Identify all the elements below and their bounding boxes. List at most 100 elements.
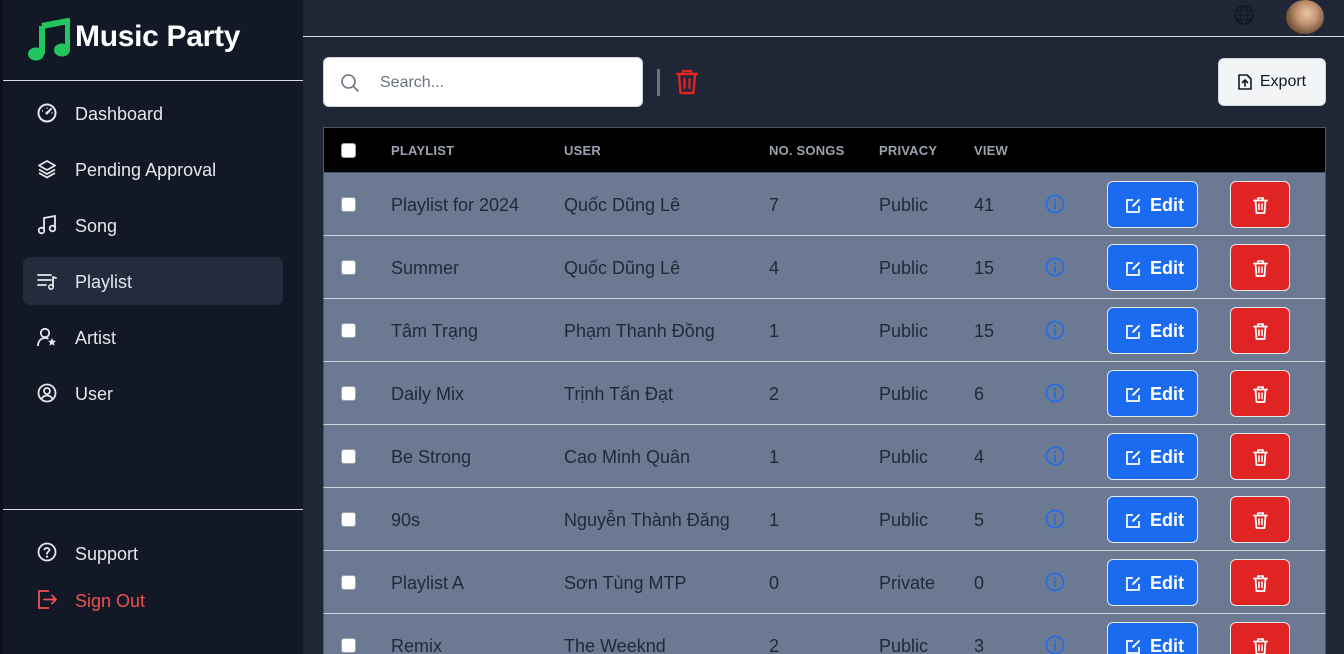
topbar (303, 0, 1344, 37)
edit-icon (1126, 387, 1141, 402)
trash-icon (1253, 449, 1268, 466)
delete-button[interactable] (1230, 370, 1290, 417)
cell-privacy: Public (879, 321, 929, 341)
globe-icon[interactable] (1233, 4, 1255, 26)
cell-songs: 1 (769, 447, 780, 467)
sidebar-item-label: Pending Approval (75, 160, 217, 180)
table-row: Playlist for 2024 Quốc Dũng Lê 7 Public … (323, 173, 1326, 236)
cell-playlist: 90s (391, 510, 421, 530)
info-icon[interactable] (1045, 509, 1065, 529)
column-header-privacy[interactable]: Privacy (879, 143, 937, 158)
edit-button[interactable]: Edit (1107, 559, 1198, 606)
cell-songs: 1 (769, 510, 780, 530)
info-icon[interactable] (1045, 257, 1065, 277)
cell-playlist: Playlist for 2024 (391, 195, 520, 215)
sidebar-item-song[interactable]: Song (23, 201, 283, 249)
edit-icon (1126, 261, 1141, 276)
column-header-songs[interactable]: No. Songs (769, 143, 844, 158)
info-icon[interactable] (1045, 446, 1065, 466)
table-row: Summer Quốc Dũng Lê 4 Public 15 Edit (323, 236, 1326, 299)
edit-button[interactable]: Edit (1107, 496, 1198, 543)
table-row: 90s Nguyễn Thành Đăng 1 Public 5 Edit (323, 488, 1326, 551)
cell-privacy: Public (879, 195, 929, 215)
playlist-icon (37, 274, 57, 291)
sidebar-item-label: Song (75, 216, 118, 236)
cell-playlist: Be Strong (391, 447, 472, 467)
music-note-logo-icon (28, 18, 70, 61)
cell-view: 41 (974, 195, 995, 215)
trash-icon (1253, 386, 1268, 403)
row-checkbox[interactable] (341, 323, 356, 338)
edit-icon (1126, 324, 1141, 339)
row-checkbox[interactable] (341, 386, 356, 401)
sidebar-item-dashboard[interactable]: Dashboard (23, 89, 283, 137)
sidebar-item-playlist[interactable]: Playlist (23, 257, 283, 305)
row-checkbox[interactable] (341, 575, 356, 590)
sidebar-item-label: Support (75, 544, 139, 564)
sidebar-item-support[interactable]: Support (23, 530, 283, 580)
sidebar: Music Party Dashboard Pending Approval S… (0, 0, 303, 654)
edit-button[interactable]: Edit (1107, 622, 1198, 654)
delete-button[interactable] (1230, 496, 1290, 543)
row-checkbox[interactable] (341, 512, 356, 527)
cell-privacy: Private (879, 573, 936, 593)
cell-view: 4 (974, 447, 985, 467)
brand[interactable]: Music Party (3, 0, 303, 81)
sidebar-item-sign-out[interactable]: Sign Out (23, 580, 283, 630)
edit-button[interactable]: Edit (1107, 433, 1198, 480)
column-header-view[interactable]: View (974, 143, 1008, 158)
delete-button[interactable] (1230, 622, 1290, 654)
cell-view: 0 (974, 573, 985, 593)
row-checkbox[interactable] (341, 260, 356, 275)
delete-button[interactable] (1230, 181, 1290, 228)
cell-playlist: Remix (391, 636, 443, 654)
bulk-delete-trash-icon[interactable] (675, 69, 699, 95)
sidebar-item-label: Sign Out (75, 591, 146, 611)
edit-button[interactable]: Edit (1107, 244, 1198, 291)
column-header-playlist[interactable]: Playlist (391, 143, 454, 158)
trash-icon (1253, 575, 1268, 592)
delete-button[interactable] (1230, 433, 1290, 480)
avatar[interactable] (1286, 0, 1324, 34)
cell-user: Quốc Dũng Lê (564, 195, 681, 215)
export-label: Export (1259, 73, 1307, 90)
info-icon[interactable] (1045, 194, 1065, 214)
toolbar-divider (657, 69, 660, 96)
info-icon[interactable] (1045, 383, 1065, 403)
export-button[interactable]: Export (1218, 58, 1326, 106)
table-row: Remix The Weeknd 2 Public 3 Edit (323, 614, 1326, 654)
sidebar-nav: Dashboard Pending Approval Song Playlist… (23, 89, 283, 425)
info-icon[interactable] (1045, 635, 1065, 654)
table-row: Tâm Trạng Phạm Thanh Đồng 1 Public 15 Ed… (323, 299, 1326, 362)
help-icon (37, 542, 57, 562)
delete-button[interactable] (1230, 307, 1290, 354)
sidebar-item-artist[interactable]: Artist (23, 313, 283, 361)
column-header-user[interactable]: User (564, 143, 601, 158)
info-icon[interactable] (1045, 572, 1065, 592)
cell-songs: 7 (769, 195, 780, 215)
edit-button[interactable]: Edit (1107, 370, 1198, 417)
cell-privacy: Public (879, 258, 929, 278)
delete-button[interactable] (1230, 559, 1290, 606)
edit-label: Edit (1150, 258, 1184, 278)
row-checkbox[interactable] (341, 197, 356, 212)
info-icon[interactable] (1045, 320, 1065, 340)
edit-label: Edit (1150, 573, 1184, 593)
cell-view: 6 (974, 384, 985, 404)
cell-playlist: Playlist A (391, 573, 465, 593)
edit-button[interactable]: Edit (1107, 181, 1198, 228)
cell-privacy: Public (879, 447, 929, 467)
trash-icon (1253, 197, 1268, 214)
select-all-checkbox[interactable] (341, 143, 356, 158)
sidebar-item-pending-approval[interactable]: Pending Approval (23, 145, 283, 193)
delete-button[interactable] (1230, 244, 1290, 291)
row-checkbox[interactable] (341, 449, 356, 464)
cell-songs: 2 (769, 384, 780, 404)
row-checkbox[interactable] (341, 638, 356, 653)
cell-user: Phạm Thanh Đồng (564, 321, 715, 341)
edit-button[interactable]: Edit (1107, 307, 1198, 354)
table-body: Playlist for 2024 Quốc Dũng Lê 7 Public … (323, 173, 1326, 654)
search-input[interactable] (380, 70, 630, 96)
edit-label: Edit (1150, 447, 1184, 467)
sidebar-item-user[interactable]: User (23, 369, 283, 417)
